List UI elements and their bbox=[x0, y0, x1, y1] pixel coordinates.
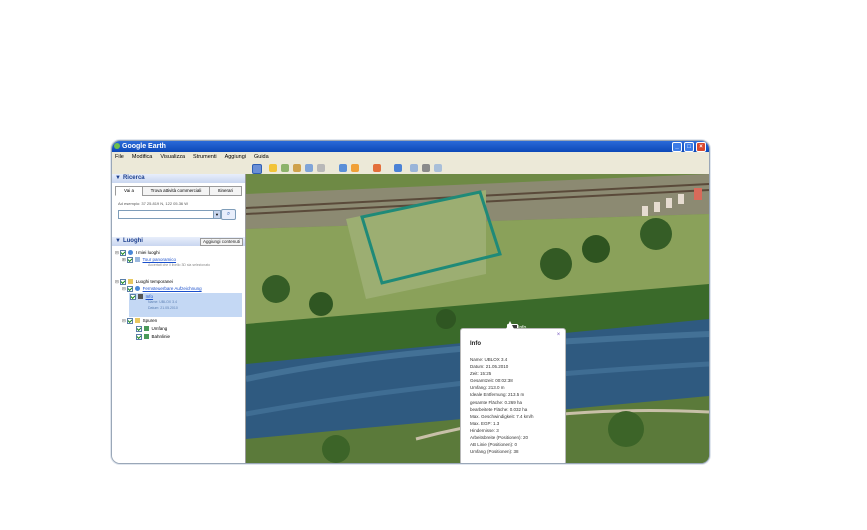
menu-aggiungi[interactable]: Aggiungi bbox=[225, 152, 246, 162]
search-button[interactable]: ⌕ bbox=[221, 209, 236, 220]
tab-itinerari[interactable]: Itinerari bbox=[209, 186, 242, 196]
balloon-details: Name: UBLOX 3.4 Datum: 21.05.2010 Zeit: … bbox=[470, 356, 534, 455]
tree-item-info-date: Datum: 21.05.2010 bbox=[148, 306, 178, 310]
overlay-icon[interactable] bbox=[305, 164, 313, 172]
path-icon bbox=[144, 334, 150, 340]
collapse-triangle-icon: ▼ bbox=[115, 175, 121, 181]
checkbox[interactable] bbox=[127, 285, 134, 292]
magnifier-icon: ⌕ bbox=[226, 211, 231, 217]
folder-icon bbox=[135, 318, 141, 324]
google-earth-window: Google Earth _ □ × File Modifica Visuali… bbox=[111, 140, 710, 464]
checkbox[interactable] bbox=[130, 293, 136, 300]
tree-item-railway[interactable]: Bahnlinie bbox=[136, 333, 170, 340]
chevron-down-icon[interactable]: ▼ bbox=[213, 210, 221, 219]
tab-vai-a[interactable]: Vai a bbox=[115, 186, 143, 196]
expand-minus-icon[interactable]: ⊟ bbox=[115, 250, 119, 255]
polygon-icon[interactable] bbox=[281, 164, 289, 172]
detail-line: gesamte Fläche: 0.269 ha bbox=[470, 399, 523, 405]
checkbox[interactable] bbox=[136, 333, 142, 340]
expand-plus-icon[interactable]: ⊞ bbox=[122, 257, 126, 262]
detail-line: Max. Geschwindigkeit: 7.4 km/h bbox=[470, 413, 534, 419]
detail-line: Ideale Entfernung: 213.5 m bbox=[470, 392, 525, 398]
search-input[interactable] bbox=[118, 210, 215, 219]
expand-minus-icon[interactable]: ⊟ bbox=[115, 279, 119, 284]
info-balloon: × Info Name: UBLOX 3.4 Datum: 21.05.2010… bbox=[460, 321, 566, 463]
tree-item-temporary-places[interactable]: ⊟ Luoghi temporanei bbox=[115, 278, 173, 285]
tree-item-my-places[interactable]: ⊟ I miei luoghi bbox=[115, 249, 160, 256]
print-icon[interactable] bbox=[422, 164, 430, 172]
checkbox[interactable] bbox=[120, 278, 127, 285]
tree-item-tracks[interactable]: ⊟ Spuren bbox=[122, 317, 157, 324]
expand-minus-icon[interactable]: ⊟ bbox=[122, 286, 126, 291]
placemark-icon[interactable] bbox=[269, 164, 277, 172]
checkbox[interactable] bbox=[127, 256, 134, 263]
checkbox[interactable] bbox=[136, 325, 142, 332]
search-panel-header[interactable]: ▼ Ricerca bbox=[112, 174, 245, 183]
menu-file[interactable]: File bbox=[115, 152, 124, 162]
sun-icon[interactable] bbox=[351, 164, 359, 172]
record-tour-icon[interactable] bbox=[317, 164, 325, 172]
tab-trova-attivita[interactable]: Trova attività commerciali bbox=[142, 186, 210, 196]
email-icon[interactable] bbox=[410, 164, 418, 172]
checkbox[interactable] bbox=[127, 317, 134, 324]
menu-guida[interactable]: Guida bbox=[254, 152, 269, 162]
tree-item-perimeter[interactable]: Umfang bbox=[136, 325, 167, 332]
sidebar: ▼ Ricerca Vai a Trova attività commercial… bbox=[112, 174, 246, 463]
tree-item-recording[interactable]: ⊟ Fernsteuerbare Aufzeichnung bbox=[122, 285, 202, 292]
detail-line: AB Linie (Positionen): 0 bbox=[470, 442, 518, 448]
detail-line: Max. EGP: 1.3 bbox=[470, 420, 500, 426]
tree-item-note: Accertati che il livello 3D sia selezion… bbox=[148, 263, 211, 267]
title-bar: Google Earth _ □ × bbox=[112, 141, 709, 152]
path-icon[interactable] bbox=[293, 164, 301, 172]
menu-visualizza[interactable]: Visualizza bbox=[160, 152, 185, 162]
checkbox[interactable] bbox=[120, 249, 127, 256]
folder-icon bbox=[128, 279, 134, 285]
close-icon[interactable]: × bbox=[556, 332, 561, 338]
detail-line: Hindernisse: 3 bbox=[470, 427, 499, 433]
detail-line: Datum: 21.05.2010 bbox=[470, 364, 509, 370]
places-panel-header[interactable]: ▼ Luoghi Aggiungi contenuti bbox=[112, 237, 245, 246]
balloon-title: Info bbox=[470, 341, 481, 347]
detail-line: bearbeitete Fläche: 0.032 ha bbox=[470, 406, 528, 412]
close-button[interactable]: × bbox=[696, 142, 706, 152]
expand-minus-icon[interactable]: ⊟ bbox=[122, 318, 126, 323]
tour-icon bbox=[135, 257, 141, 263]
detail-line: Zeit: 15:25 bbox=[470, 371, 492, 377]
menu-bar: File Modifica Visualizza Strumenti Aggiu… bbox=[112, 152, 709, 162]
search-hint: Ad esempio: 37 25.819 N, 122 05.36 W bbox=[118, 201, 189, 206]
detail-line: Umfang (Positionen): 38 bbox=[470, 449, 519, 455]
path-icon bbox=[144, 326, 150, 332]
historical-imagery-icon[interactable] bbox=[339, 164, 347, 172]
ruler-icon[interactable] bbox=[394, 164, 402, 172]
globe-icon bbox=[128, 250, 134, 256]
sidebar-toggle-icon[interactable] bbox=[252, 164, 262, 174]
add-content-button[interactable]: Aggiungi contenuti bbox=[199, 238, 243, 246]
detail-line: Arbeitsbreite (Positionen): 20 bbox=[470, 435, 529, 441]
minimize-button[interactable]: _ bbox=[672, 142, 682, 152]
detail-line: Gesamtzeit: 00:02:38 bbox=[470, 378, 513, 384]
menu-modifica[interactable]: Modifica bbox=[132, 152, 152, 162]
globe-icon bbox=[135, 286, 141, 292]
maximize-button[interactable]: □ bbox=[684, 142, 694, 152]
collapse-triangle-icon: ▼ bbox=[115, 238, 121, 244]
planets-icon[interactable] bbox=[373, 164, 381, 172]
detail-line: Name: UBLOX 3.4 bbox=[470, 357, 508, 362]
balloon-tip bbox=[506, 321, 514, 329]
window-title: Google Earth bbox=[122, 143, 166, 150]
detail-line: Umfang: 213.0 m bbox=[470, 385, 505, 391]
google-earth-logo-icon bbox=[114, 143, 120, 149]
camera-icon bbox=[138, 294, 144, 300]
menu-strumenti[interactable]: Strumenti bbox=[193, 152, 217, 162]
save-image-icon[interactable] bbox=[434, 164, 442, 172]
